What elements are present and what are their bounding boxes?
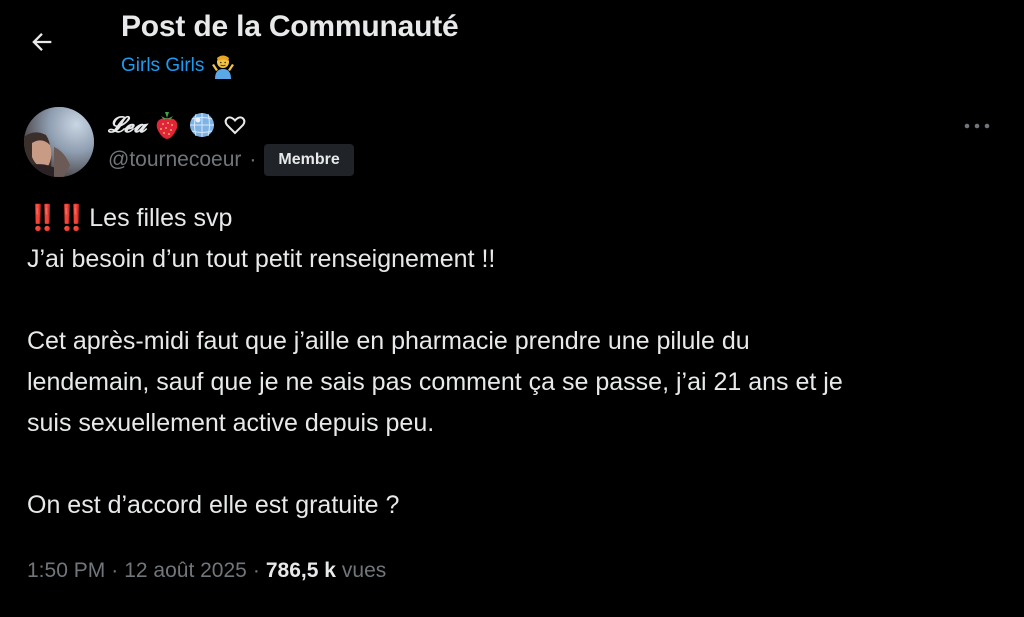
- meta-separator: ·: [252, 559, 260, 582]
- mirror-ball-emoji-icon: [189, 113, 214, 137]
- post-para-3: On est d’accord elle est gratuite ?: [27, 491, 400, 519]
- back-button[interactable]: [24, 24, 60, 60]
- post-para-2-line-3: suis sexuellement active depuis peu.: [27, 409, 435, 437]
- meta-separator: ·: [111, 559, 119, 582]
- arrow-left-icon: [32, 33, 52, 51]
- page-title: Post de la Communauté: [121, 10, 459, 43]
- post-time[interactable]: 1:50 PM: [27, 559, 105, 583]
- post-line-2: J’ai besoin d’un tout petit renseignemen…: [27, 245, 496, 273]
- strawberry-emoji-icon: [156, 112, 177, 139]
- post-meta: 1:50 PM · 12 août 2025 · 786,5 k vues: [27, 559, 386, 583]
- more-options-button[interactable]: [960, 112, 994, 140]
- author-handle-row: @tournecoeur · Membre: [108, 144, 354, 176]
- white-heart-icon: [224, 116, 245, 135]
- double-exclamation-emoji: ‼️‼️: [27, 204, 87, 232]
- person-shrugging-emoji-icon: [212, 55, 235, 79]
- more-horizontal-icon: [964, 123, 990, 129]
- community-name: Girls Girls: [121, 55, 205, 76]
- post-date[interactable]: 12 août 2025: [124, 559, 247, 583]
- author-handle[interactable]: @tournecoeur: [108, 148, 241, 172]
- views-count[interactable]: 786,5 k: [266, 559, 336, 583]
- author-display-name[interactable]: 𝓛𝓮𝓪: [108, 112, 147, 138]
- post-line-1-text: Les filles svp: [89, 204, 233, 232]
- post-body: ‼️‼️ Les filles svp J’ai besoin d’un tout…: [27, 198, 1007, 526]
- handle-separator: ·: [249, 148, 257, 171]
- views-label: vues: [341, 559, 387, 582]
- post-detail-page: Post de la Communauté Girls Girls 𝓛𝓮𝓪 @t…: [0, 0, 1024, 617]
- post-para-2-line-1: Cet après-midi faut que j’aille en pharm…: [27, 327, 750, 355]
- member-badge: Membre: [264, 144, 354, 176]
- community-link[interactable]: Girls Girls: [121, 53, 236, 79]
- post-line-1: ‼️‼️ Les filles svp: [27, 198, 1007, 239]
- avatar[interactable]: [24, 107, 94, 177]
- post-para-2-line-2: lendemain, sauf que je ne sais pas comme…: [27, 368, 843, 396]
- author-name-row: 𝓛𝓮𝓪: [108, 110, 247, 140]
- avatar-photo: [24, 107, 94, 177]
